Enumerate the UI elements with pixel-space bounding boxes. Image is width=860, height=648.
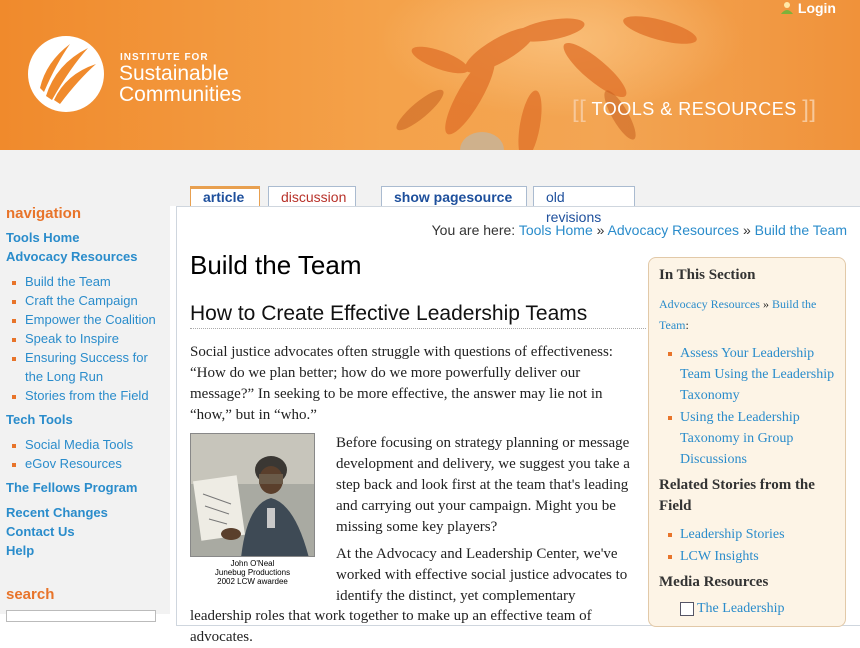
- bullet-icon: [668, 555, 672, 559]
- breadcrumb-prefix: You are here:: [431, 222, 516, 238]
- bracket-close: ]]: [802, 96, 817, 123]
- logo-text-main: Sustainable Communities: [119, 63, 242, 105]
- nav-item-social-media[interactable]: Social Media Tools: [25, 435, 165, 454]
- logo-text-line2: Sustainable: [119, 62, 229, 85]
- bullet-icon: [668, 352, 672, 356]
- sidebar-item-lcw-insights[interactable]: LCW Insights: [680, 546, 840, 567]
- bracket-open: [[: [572, 96, 587, 123]
- sidebar-item-using-taxonomy[interactable]: Using the Leadership Taxonomy in Group D…: [680, 407, 840, 470]
- nav-item-ensuring-success[interactable]: Ensuring Success for the Long Run: [25, 348, 165, 386]
- breadcrumb-separator: »: [596, 222, 605, 238]
- bullet-icon: [12, 357, 16, 361]
- logo-text-line3: Communities: [119, 83, 242, 106]
- nav-contact-us[interactable]: Contact Us: [6, 524, 75, 539]
- breadcrumb: You are here: Tools Home » Advocacy Reso…: [432, 222, 847, 238]
- nav-item-stories-field[interactable]: Stories from the Field: [25, 386, 165, 405]
- bullet-icon: [12, 444, 16, 448]
- tab-discussion[interactable]: discussion: [268, 186, 356, 206]
- article-paragraph-4: leadership roles that work together to m…: [190, 608, 592, 645]
- nav-item-egov[interactable]: eGov Resources: [25, 454, 165, 473]
- search-heading: search: [6, 586, 55, 603]
- login-label: Login: [797, 0, 836, 16]
- sidebar-item-media[interactable]: The Leadership: [697, 598, 857, 619]
- breadcrumb-advocacy[interactable]: Advocacy Resources: [608, 222, 740, 238]
- section-title: [[ TOOLS & RESOURCES ]]: [572, 96, 817, 124]
- nav-item-craft-campaign[interactable]: Craft the Campaign: [25, 291, 165, 310]
- article-paragraph-2: Before focusing on strategy planning or …: [336, 435, 630, 535]
- bullet-icon: [668, 416, 672, 420]
- sidebar-item-assess-team[interactable]: Assess Your Leadership Team Using the Le…: [680, 343, 840, 406]
- logo-icon[interactable]: [26, 34, 106, 114]
- nav-help[interactable]: Help: [6, 543, 34, 558]
- bullet-icon: [12, 463, 16, 467]
- breadcrumb-current[interactable]: Build the Team: [755, 222, 847, 238]
- section-title-text: TOOLS & RESOURCES: [591, 99, 797, 119]
- nav-tech-tools[interactable]: Tech Tools: [6, 412, 73, 427]
- tab-show-pagesource[interactable]: show pagesource: [381, 186, 527, 206]
- nav-advocacy-resources[interactable]: Advocacy Resources: [6, 249, 138, 264]
- breadcrumb-tools-home[interactable]: Tools Home: [519, 222, 593, 238]
- sidebar-crumb-advocacy[interactable]: Advocacy Resources: [659, 297, 760, 311]
- search-input[interactable]: [6, 610, 156, 622]
- site-header: INSTITUTE FOR Sustainable Communities [[…: [0, 0, 860, 150]
- breadcrumb-separator: »: [742, 222, 751, 238]
- sidebar-crumb-end: :: [685, 318, 689, 332]
- bullet-icon: [12, 395, 16, 399]
- nav-item-speak-inspire[interactable]: Speak to Inspire: [25, 329, 165, 348]
- nav-heading: navigation: [6, 205, 82, 222]
- nav-item-build-team[interactable]: Build the Team: [25, 272, 165, 291]
- nav-fellows-program[interactable]: The Fellows Program: [6, 480, 137, 495]
- related-stories-heading: Related Stories from the Field: [659, 477, 815, 514]
- caption-line-3: 2002 LCW awardee: [217, 577, 288, 586]
- bullet-icon: [12, 319, 16, 323]
- login-person-icon: [780, 2, 793, 14]
- photo-john-oneal: [190, 433, 315, 557]
- sidebar-crumb-separator: »: [762, 297, 769, 311]
- caption-line-1: John O'Neal: [230, 559, 275, 568]
- sidebar-item-leadership-stories[interactable]: Leadership Stories: [680, 524, 840, 545]
- nav-recent-changes[interactable]: Recent Changes: [6, 505, 108, 520]
- leaf-decoration-icon: [396, 16, 697, 150]
- login-link[interactable]: Login: [780, 0, 836, 16]
- sidebar-breadcrumb: Advocacy Resources » Build the Team:: [659, 294, 835, 336]
- photo-caption: John O'Neal Junebug Productions 2002 LCW…: [190, 559, 315, 586]
- tab-old-revisions[interactable]: old revisions: [533, 186, 635, 225]
- page-title: Build the Team: [190, 250, 362, 280]
- tab-article[interactable]: article: [190, 186, 260, 206]
- article-paragraph-1: Social justice advocates often struggle …: [190, 344, 613, 423]
- caption-line-2: Junebug Productions: [214, 568, 291, 577]
- nav-item-empower-coalition[interactable]: Empower the Coalition: [25, 310, 165, 329]
- article-paragraph-3: At the Advocacy and Leadership Center, w…: [336, 546, 628, 604]
- sidebar-heading: In This Section: [659, 267, 756, 283]
- bullet-icon: [12, 338, 16, 342]
- article-subtitle: How to Create Effective Leadership Teams: [190, 302, 646, 329]
- bullet-icon: [12, 300, 16, 304]
- nav-tools-home[interactable]: Tools Home: [6, 230, 79, 245]
- bullet-icon: [668, 533, 672, 537]
- media-resources-heading: Media Resources: [659, 574, 769, 590]
- bullet-icon: [12, 281, 16, 285]
